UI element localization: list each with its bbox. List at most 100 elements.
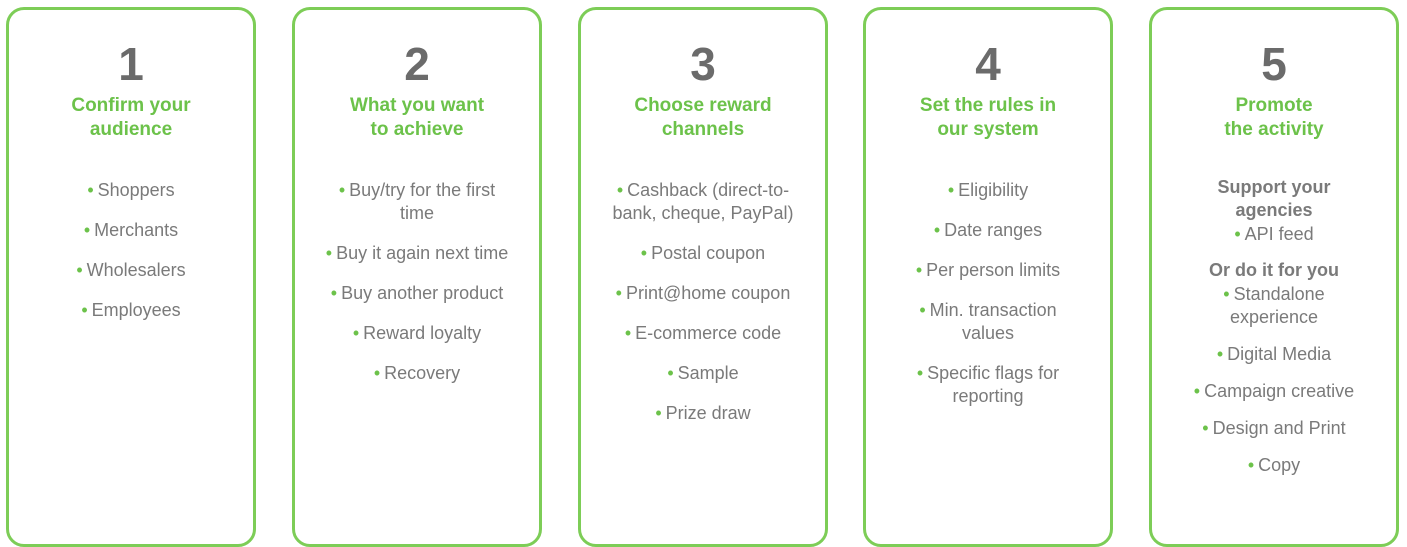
bullet-icon: • [947, 180, 955, 200]
list-item-text: Reward loyalty [363, 323, 482, 343]
list-item: • API feed [1152, 223, 1396, 246]
list-item-text: Buy/try for the first [349, 180, 496, 200]
bullet-icon: • [616, 180, 624, 200]
list-item-line: bank, cheque, PayPal) [612, 203, 794, 223]
list-item: • Employees [9, 299, 253, 322]
step-items: • Buy/try for the first time • Buy it agai… [295, 179, 539, 402]
steps-row: 1 Confirm your audience • Shoppers • Merch… [6, 7, 1406, 547]
list-item-text: Per person limits [926, 260, 1061, 280]
list-item-text: API feed [1244, 224, 1314, 244]
step-title-line: to achieve [370, 119, 464, 140]
step-number: 5 [1261, 38, 1287, 90]
step-title: Set the rules in our system [866, 94, 1110, 142]
list-item: • Cashback (direct-to- bank, cheque, PayP… [581, 179, 825, 225]
list-item: • Buy it again next time [295, 242, 539, 265]
list-item-line: • Buy/try for the first [301, 179, 533, 202]
list-item: • Buy/try for the first time [295, 179, 539, 225]
list-item-text: Copy [1258, 455, 1301, 475]
step-number: 2 [404, 38, 430, 90]
group-heading: Or do it for you [1209, 260, 1339, 280]
step-items: • Cashback (direct-to- bank, cheque, PayP… [581, 179, 825, 442]
list-item: • Eligibility [866, 179, 1110, 202]
list-item: • Min. transaction values [866, 299, 1110, 345]
step-card-2: 2 What you want to achieve • Buy/try for … [292, 7, 542, 547]
bullet-icon: • [81, 300, 88, 320]
step-title-line: the activity [1224, 119, 1324, 140]
group-heading-line: agencies [1235, 200, 1313, 220]
list-item-text: E-commerce code [635, 323, 782, 343]
list-item-text: Campaign creative [1204, 381, 1355, 401]
step-card-1: 1 Confirm your audience • Shoppers • Merch… [6, 7, 256, 547]
step-group-do-it-for-you: Or do it for you • Standalone experience … [1152, 259, 1396, 477]
list-item-text: Standalone [1233, 284, 1325, 304]
list-item-line: experience [1229, 307, 1319, 327]
list-item-text: Date ranges [944, 220, 1043, 240]
bullet-icon: • [667, 363, 674, 383]
list-item-text: Prize draw [665, 403, 751, 423]
list-item-line: • Standalone [1158, 283, 1390, 306]
list-item: • E-commerce code [581, 322, 825, 345]
step-title-line: channels [661, 119, 745, 140]
step-number: 4 [975, 38, 1001, 90]
list-item-text: Cashback (direct-to- [627, 180, 790, 200]
list-item: • Sample [581, 362, 825, 385]
list-item: • Prize draw [581, 402, 825, 425]
list-item-text: Print@home coupon [625, 283, 791, 303]
list-item-text: Sample [677, 363, 739, 383]
step-items: • Eligibility • Date ranges • Per person li… [866, 179, 1110, 425]
list-item-line: values [961, 323, 1015, 343]
bullet-icon: • [76, 260, 83, 280]
step-items: • Shoppers • Merchants • Wholesalers • Emplo… [9, 179, 253, 339]
step-number: 1 [118, 38, 144, 90]
list-item-text: Digital Media [1227, 344, 1332, 364]
list-item-text: Min. transaction [929, 300, 1057, 320]
bullet-icon: • [325, 243, 333, 263]
bullet-icon: • [1234, 224, 1241, 244]
bullet-icon: • [330, 283, 338, 303]
list-item-line: time [399, 203, 434, 223]
list-item-text: Shoppers [97, 180, 175, 200]
step-items: Support your agencies • API feed Or do it… [1152, 176, 1396, 491]
step-group-support: Support your agencies • API feed [1152, 176, 1396, 246]
list-item: • Date ranges [866, 219, 1110, 242]
bullet-icon: • [615, 283, 622, 303]
bullet-icon: • [916, 363, 924, 383]
list-item: • Digital Media [1152, 343, 1396, 366]
list-item-text: Employees [91, 300, 181, 320]
list-item-text: Eligibility [958, 180, 1029, 200]
list-item-line: • Specific flags for [872, 362, 1104, 385]
step-title-line: our system [937, 119, 1039, 140]
list-item: • Shoppers [9, 179, 253, 202]
bullet-icon: • [655, 403, 662, 423]
step-card-4: 4 Set the rules in our system • Eligibili… [863, 7, 1113, 547]
list-item: • Per person limits [866, 259, 1110, 282]
bullet-icon: • [933, 220, 941, 240]
bullet-icon: • [640, 243, 648, 263]
list-item: • Merchants [9, 219, 253, 242]
list-item: • Print@home coupon [581, 282, 825, 305]
step-card-5: 5 Promote the activity Support your agen… [1149, 7, 1399, 547]
bullet-icon: • [1223, 284, 1230, 304]
list-item: • Specific flags for reporting [866, 362, 1110, 408]
list-item-text: Recovery [384, 363, 461, 383]
list-item-text: Buy it again next time [336, 243, 509, 263]
list-item: • Wholesalers [9, 259, 253, 282]
step-title-line: audience [89, 119, 173, 140]
step-number: 3 [690, 38, 716, 90]
list-item: • Standalone experience [1152, 283, 1396, 329]
list-item: • Design and Print [1152, 417, 1396, 440]
group-heading: Support your agencies [1152, 176, 1396, 222]
list-item: • Recovery [295, 362, 539, 385]
list-item-line: • Cashback (direct-to- [587, 179, 819, 202]
group-heading-line: Support your [1217, 177, 1331, 197]
step-title-line: Promote [1235, 95, 1313, 116]
bullet-icon: • [1216, 344, 1224, 364]
bullet-icon: • [1202, 418, 1209, 438]
step-title: Confirm your audience [9, 94, 253, 142]
bullet-icon: • [1193, 381, 1201, 401]
list-item-line: reporting [952, 386, 1024, 406]
step-title-line: Set the rules in [919, 95, 1057, 116]
step-title: Promote the activity [1152, 94, 1396, 142]
list-item-text: Design and Print [1212, 418, 1346, 438]
step-title-line: Confirm your [71, 95, 191, 116]
